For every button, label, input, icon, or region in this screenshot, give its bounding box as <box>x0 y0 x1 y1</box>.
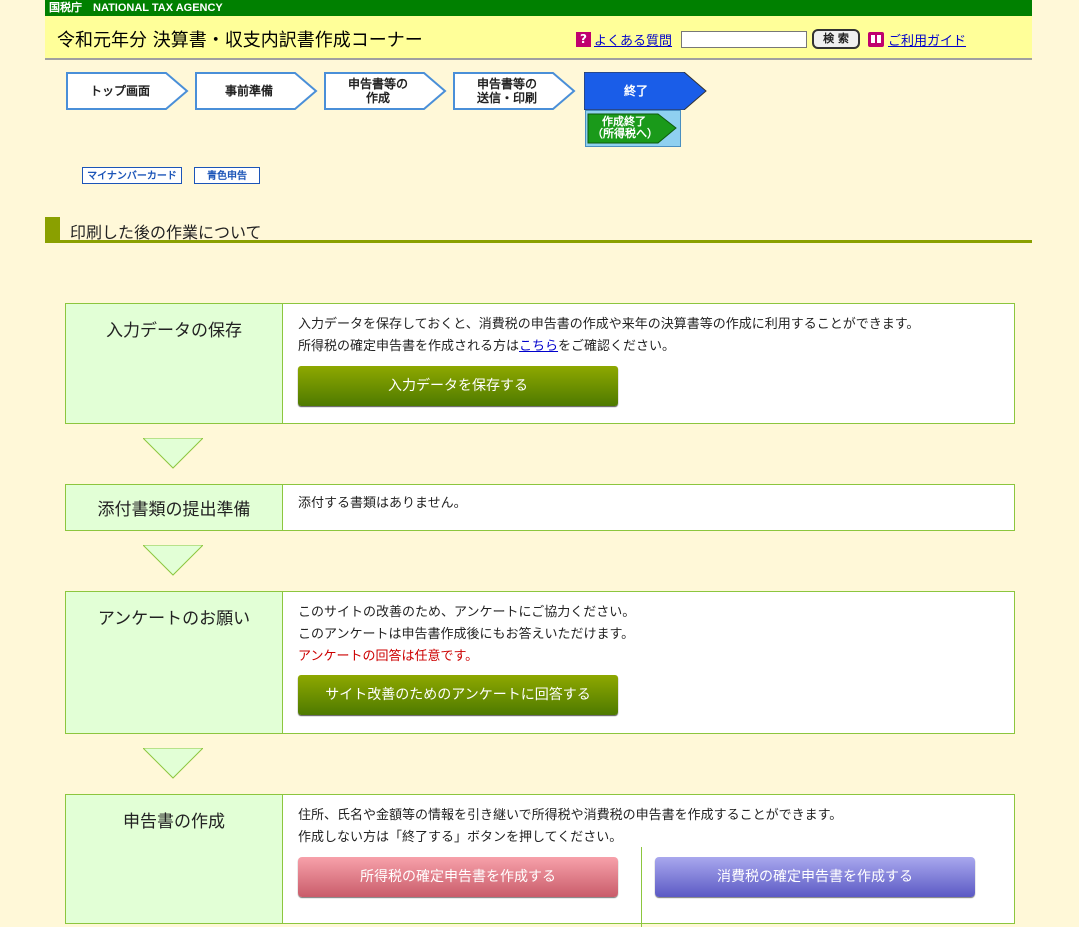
step-end: 終了 <box>623 84 648 98</box>
agency-banner: 国税庁 NATIONAL TAX AGENCY <box>45 0 1032 16</box>
help-icon: ? <box>576 32 591 47</box>
attach-description: 添付する書類はありません。 <box>298 496 467 511</box>
save-note-post: をご確認ください。 <box>558 339 676 354</box>
faq-link[interactable]: よくある質問 <box>594 30 672 49</box>
create-panel-body: 住所、氏名や金額等の情報を引き継いで所得税や消費税の申告書を作成することができま… <box>298 805 998 849</box>
search-button[interactable]: 検 索 <box>812 29 860 49</box>
page-title: 令和元年分 決算書・収支内訳書作成コーナー <box>57 30 423 51</box>
survey-line-1: このサイトの改善のため、アンケートにご協力ください。 <box>298 605 636 620</box>
survey-button[interactable]: サイト改善のためのアンケートに回答する <box>298 675 618 715</box>
save-description: 入力データを保存しておくと、消費税の申告書の作成や来年の決算書等の作成に利用する… <box>298 317 920 332</box>
step-create: 申告書等の 作成 <box>347 77 408 105</box>
attach-panel-title: 添付書類の提出準備 <box>97 500 251 520</box>
step-top: トップ画面 <box>89 84 150 98</box>
button-divider <box>641 847 642 927</box>
create-line-1: 住所、氏名や金額等の情報を引き継いで所得税や消費税の申告書を作成することができま… <box>298 808 843 823</box>
user-guide-link[interactable]: ご利用ガイド <box>888 30 966 49</box>
here-link[interactable]: こちら <box>519 339 558 354</box>
step-prep: 事前準備 <box>224 84 273 98</box>
create-panel-title: 申告書の作成 <box>123 812 225 832</box>
flow-arrow-2 <box>143 545 203 576</box>
create-line-2: 作成しない方は「終了する」ボタンを押してください。 <box>298 830 623 845</box>
attachments-panel: 添付書類の提出準備 添付する書類はありません。 <box>65 484 1015 531</box>
survey-optional-note: アンケートの回答は任意です。 <box>298 649 479 664</box>
save-panel-body: 入力データを保存しておくと、消費税の申告書の作成や来年の決算書等の作成に利用する… <box>298 314 998 358</box>
survey-panel-title: アンケートのお願い <box>97 609 251 629</box>
heading-bar <box>45 217 60 241</box>
search-input[interactable] <box>681 31 807 48</box>
survey-panel-body: このサイトの改善のため、アンケートにご協力ください。 このアンケートは申告書作成… <box>298 602 998 668</box>
step-send-print: 申告書等の 送信・印刷 <box>476 77 537 105</box>
finish-creation-button[interactable]: 作成終了 （所得税へ） <box>585 110 681 147</box>
mynumber-card-badge: マイナンバーカード <box>82 167 182 184</box>
consumption-tax-return-button[interactable]: 消費税の確定申告書を作成する <box>655 857 975 897</box>
finish-button-label: 作成終了 （所得税へ） <box>592 115 658 140</box>
survey-line-2: このアンケートは申告書作成後にもお答えいただけます。 <box>298 627 635 642</box>
attach-panel-head: 添付書類の提出準備 <box>66 485 283 530</box>
save-panel-head: 入力データの保存 <box>66 304 283 423</box>
save-panel-title: 入力データの保存 <box>106 321 242 341</box>
flow-arrow-1 <box>143 438 203 469</box>
section-heading: 印刷した後の作業について <box>45 217 1032 243</box>
survey-panel-head: アンケートのお願い <box>66 592 283 733</box>
attach-panel-body: 添付する書類はありません。 <box>298 493 467 515</box>
save-note-pre: 所得税の確定申告書を作成される方は <box>298 339 520 354</box>
app-header: 令和元年分 決算書・収支内訳書作成コーナー ? よくある質問 検 索 ご利用ガイ… <box>45 16 1032 60</box>
survey-panel: アンケートのお願い このサイトの改善のため、アンケートにご協力ください。 このア… <box>65 591 1015 734</box>
blue-return-badge: 青色申告 <box>194 167 260 184</box>
save-data-panel: 入力データの保存 入力データを保存しておくと、消費税の申告書の作成や来年の決算書… <box>65 303 1015 424</box>
create-panel-head: 申告書の作成 <box>66 795 283 923</box>
create-return-panel: 申告書の作成 住所、氏名や金額等の情報を引き継いで所得税や消費税の申告書を作成す… <box>65 794 1015 927</box>
book-icon <box>868 32 884 47</box>
save-data-button[interactable]: 入力データを保存する <box>298 366 618 406</box>
flow-arrow-3 <box>143 748 203 779</box>
save-note: 所得税の確定申告書を作成される方はこちらをご確認ください。 <box>298 336 998 358</box>
section-title: 印刷した後の作業について <box>70 223 262 242</box>
income-tax-return-button[interactable]: 所得税の確定申告書を作成する <box>298 857 618 897</box>
